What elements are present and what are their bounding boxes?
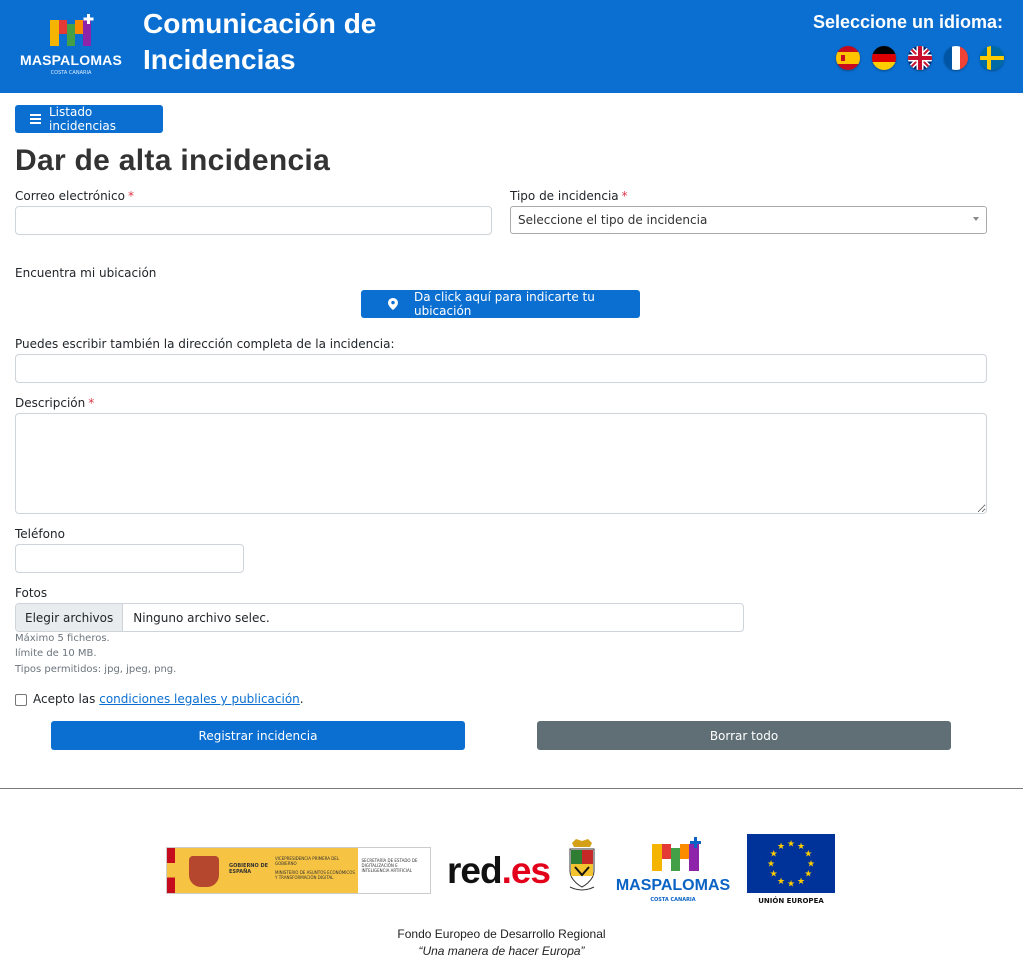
gob-line-2: VICEPRESIDENCIA PRIMERA DEL GOBIERNO MIN… (275, 856, 355, 880)
eu-star-icon: ★ (777, 877, 785, 887)
eu-label: UNIÓN EUROPEA (758, 897, 824, 905)
logo-subtext: COSTA CANARIA (50, 70, 92, 76)
flag-uk-icon[interactable] (908, 46, 932, 70)
gobierno-espana-logo: GOBIERNO DE ESPAÑA VICEPRESIDENCIA PRIME… (166, 847, 431, 894)
email-label: Correo electrónico * (15, 189, 134, 203)
address-label: Puedes escribir también la dirección com… (15, 337, 395, 351)
incident-type-selected: Seleccione el tipo de incidencia (518, 213, 708, 227)
email-label-text: Correo electrónico (15, 189, 125, 203)
language-selector (836, 46, 1004, 70)
eu-star-icon: ★ (787, 840, 795, 850)
email-field[interactable] (15, 206, 492, 235)
help-file-types: Tipos permitidos: jpg, jpeg, png. (15, 664, 177, 675)
clear-all-button[interactable]: Borrar todo (537, 721, 951, 750)
description-label-text: Descripción (15, 396, 86, 410)
flag-sweden-icon[interactable] (980, 46, 1004, 70)
address-field[interactable] (15, 354, 987, 383)
required-mark: * (621, 189, 628, 203)
flag-france-icon[interactable] (944, 46, 968, 70)
eu-star-icon: ★ (767, 860, 775, 870)
eu-flag-icon: ★ ★ ★ ★ ★ ★ ★ ★ ★ ★ ★ ★ (747, 834, 835, 893)
file-status: Ninguno archivo selec. (133, 610, 270, 625)
phone-label: Teléfono (15, 527, 65, 541)
photos-file-input[interactable]: Elegir archivos Ninguno archivo selec. (15, 603, 744, 632)
description-field[interactable] (15, 413, 987, 514)
maspalomas-footer-wordmark: MASPALOMAS (615, 877, 731, 894)
eu-star-icon: ★ (797, 877, 805, 887)
gob-line-3: SECRETARÍA DE ESTADO DE DIGITALIZACIÓN E… (361, 858, 418, 873)
fund-name: Fondo Europeo de Desarrollo Regional (397, 927, 606, 941)
chevron-down-icon (973, 217, 979, 221)
site-header: MASPALOMAS COSTA CANARIA Comunicación de… (0, 0, 1023, 93)
municipal-crest-icon (566, 837, 598, 893)
required-mark: * (127, 189, 134, 203)
site-title: Comunicación de Incidencias (143, 8, 377, 75)
coat-of-arms-icon (189, 856, 219, 887)
photos-label: Fotos (15, 586, 48, 600)
eu-star-icon: ★ (807, 860, 815, 870)
maspalomas-m-icon (50, 14, 94, 46)
choose-files-button[interactable]: Elegir archivos (16, 604, 124, 631)
location-label: Encuentra mi ubicación (15, 266, 157, 280)
locate-me-button[interactable]: Da click aquí para indicarte tu ubicació… (361, 290, 640, 318)
eu-star-icon: ★ (804, 850, 812, 860)
map-pin-icon (388, 298, 398, 310)
list-icon (30, 114, 41, 124)
type-label: Tipo de incidencia * (510, 189, 628, 203)
eu-star-icon: ★ (777, 842, 785, 852)
maspalomas-m-icon (652, 837, 701, 871)
terms-link[interactable]: condiciones legales y publicación (99, 692, 300, 706)
flag-germany-icon[interactable] (872, 46, 896, 70)
page-title: Dar de alta incidencia (15, 144, 331, 177)
list-incidents-label: Listado incidencias (48, 105, 116, 133)
accept-terms-text: Acepto las condiciones legales y publica… (33, 692, 304, 706)
accept-prefix: Acepto las (33, 692, 96, 706)
help-size-limit: límite de 10 MB. (15, 648, 97, 659)
accept-terms-checkbox[interactable] (15, 694, 27, 706)
gob-line-2b: MINISTERIO DE ASUNTOS ECONÓMICOS Y TRANS… (275, 870, 355, 880)
fund-motto: “Una manera de hacer Europa” (418, 944, 585, 958)
eu-logo: ★ ★ ★ ★ ★ ★ ★ ★ ★ ★ ★ ★ UNIÓN EUROPEA (747, 834, 835, 908)
accept-suffix: . (299, 692, 304, 706)
maspalomas-logo[interactable]: MASPALOMAS COSTA CANARIA (14, 12, 128, 76)
locate-me-label: Da click aquí para indicarte tu ubicació… (414, 290, 595, 318)
eu-star-icon: ★ (787, 880, 795, 890)
phone-field[interactable] (15, 544, 244, 573)
gob-line-1: GOBIERNO DE ESPAÑA (229, 863, 269, 875)
description-label: Descripción * (15, 396, 94, 410)
footer-divider (0, 788, 1023, 789)
language-prompt: Seleccione un idioma: (812, 12, 1003, 32)
list-incidents-button[interactable]: Listado incidencias (15, 105, 163, 133)
flag-spain-icon[interactable] (836, 46, 860, 70)
red-es-logo: red.es (447, 850, 551, 892)
type-label-text: Tipo de incidencia (510, 189, 619, 203)
required-mark: * (88, 396, 95, 410)
help-max-files: Máximo 5 ficheros. (15, 633, 110, 644)
register-incident-button[interactable]: Registrar incidencia (51, 721, 465, 750)
gob-line-2a: VICEPRESIDENCIA PRIMERA DEL GOBIERNO (275, 856, 340, 866)
logo-wordmark: MASPALOMAS (19, 52, 123, 68)
maspalomas-footer-logo: MASPALOMAS COSTA CANARIA (614, 835, 732, 907)
maspalomas-footer-subtext: COSTA CANARIA (650, 897, 696, 903)
eu-star-icon: ★ (804, 870, 812, 880)
eu-star-icon: ★ (770, 870, 778, 880)
redes-accent: .es (501, 850, 551, 891)
incident-type-select[interactable]: Seleccione el tipo de incidencia (510, 206, 987, 234)
redes-main: red (447, 850, 503, 891)
